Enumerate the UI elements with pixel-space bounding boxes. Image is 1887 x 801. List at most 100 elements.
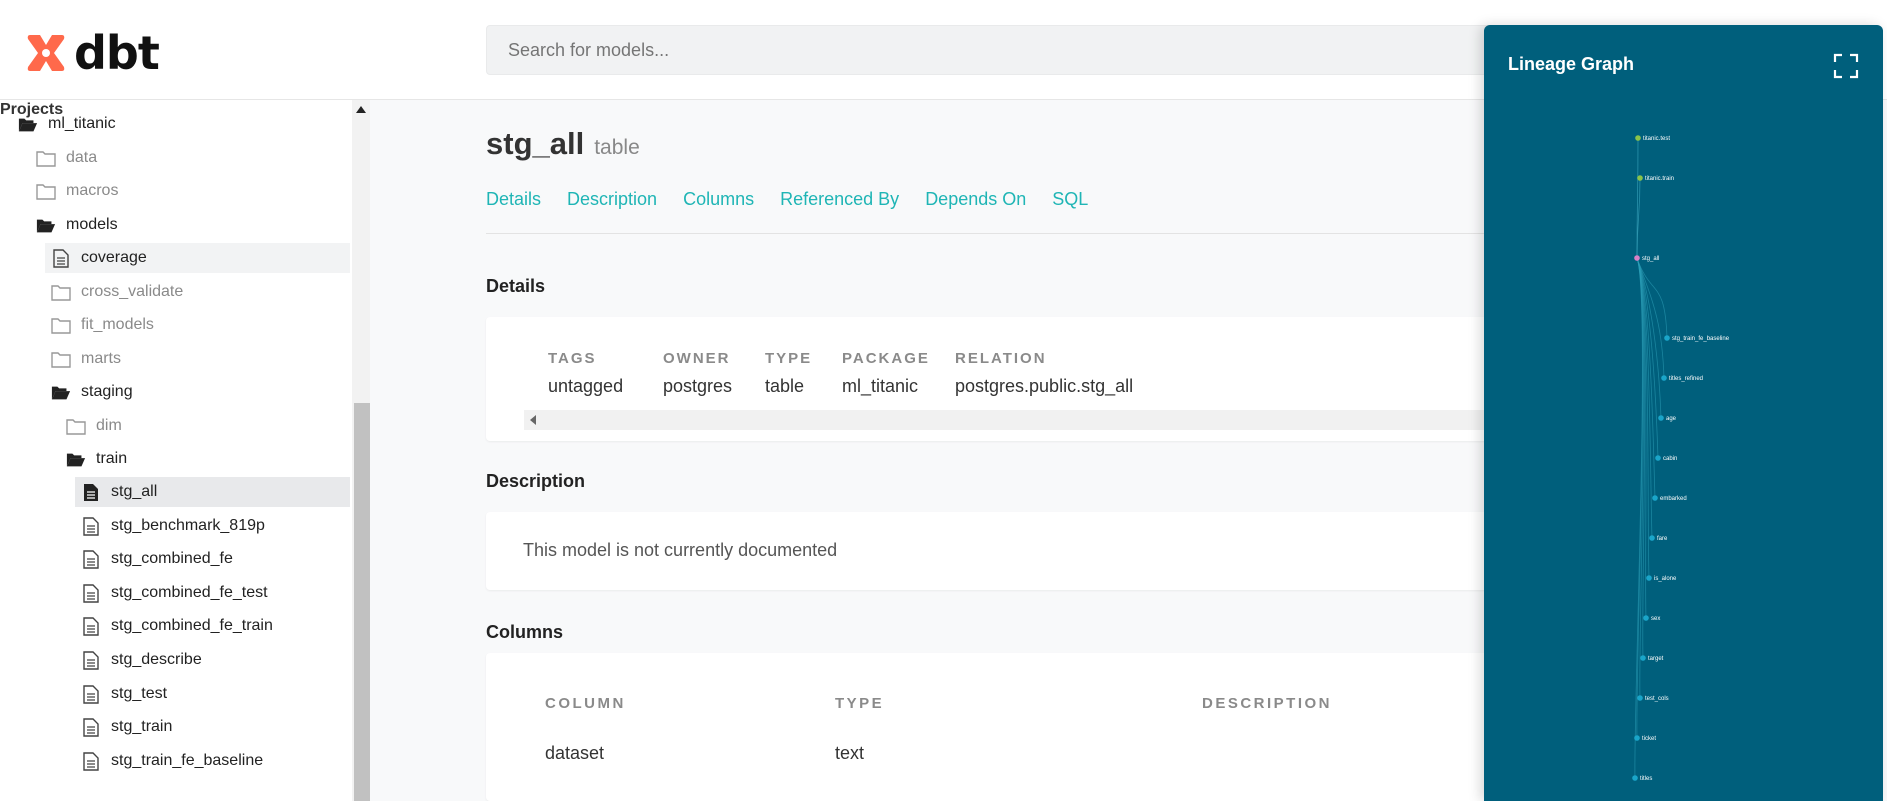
sidebar-item-label: staging: [81, 383, 133, 400]
folder-icon: [66, 417, 86, 435]
lineage-node-test-cols[interactable]: [1637, 695, 1643, 701]
sidebar-item-stg-train[interactable]: stg_train: [81, 712, 352, 742]
sidebar-item-label: train: [96, 450, 128, 467]
detail-label: PACKAGE: [842, 350, 930, 367]
lineage-node-label: age: [1666, 416, 1677, 422]
sidebar-item-label: stg_combined_fe_train: [111, 617, 273, 634]
sidebar-item-label: dim: [96, 417, 122, 434]
sidebar-item-label: stg_train_fe_baseline: [111, 752, 264, 769]
section-tabs: Details Description Columns Referenced B…: [486, 189, 1088, 210]
sidebar-item-stg-combined-fe[interactable]: stg_combined_fe: [81, 544, 352, 574]
sidebar-item-stg-benchmark-819p[interactable]: stg_benchmark_819p: [81, 511, 352, 541]
lineage-node-titanic-train[interactable]: [1637, 175, 1643, 181]
lineage-node-label: titanic.train: [1645, 176, 1674, 182]
sidebar-item-macros[interactable]: macros: [36, 176, 352, 206]
tabs-divider: [486, 233, 1496, 234]
model-title-row: stg_all table: [486, 126, 640, 162]
sidebar-item-label: stg_benchmark_819p: [111, 517, 265, 534]
lineage-node-ticket[interactable]: [1634, 735, 1640, 741]
scroll-left-arrow-icon[interactable]: [530, 415, 536, 425]
lineage-node-titles-refined[interactable]: [1661, 375, 1667, 381]
sidebar-item-fit-models[interactable]: fit_models: [51, 310, 352, 340]
detail-value: postgres.public.stg_all: [955, 376, 1134, 396]
folder-icon: [51, 283, 71, 301]
details-heading: Details: [486, 276, 546, 296]
details-horizontal-scrollbar[interactable]: [524, 410, 1496, 430]
sidebar-item-cross-validate[interactable]: cross_validate: [51, 277, 352, 307]
tab-sql[interactable]: SQL: [1052, 189, 1088, 210]
model-type: table: [594, 136, 640, 159]
sidebar-item-stg-all[interactable]: stg_all: [75, 477, 350, 507]
sidebar-item-stg-combined-fe-test[interactable]: stg_combined_fe_test: [81, 578, 352, 608]
scroll-up-arrow-icon[interactable]: [356, 106, 366, 113]
details-card: TAGS untagged OWNER postgres TYPE table …: [486, 317, 1496, 441]
description-text: This model is not currently documented: [523, 540, 838, 560]
folder-open-icon: [18, 115, 38, 133]
sidebar-item-stg-test[interactable]: stg_test: [81, 679, 352, 709]
model-name: stg_all: [486, 126, 585, 161]
folder-open-icon: [36, 216, 56, 234]
detail-label: RELATION: [955, 350, 1047, 367]
sidebar-item-stg-combined-fe-train[interactable]: stg_combined_fe_train: [81, 611, 352, 641]
dbt-logo-icon: [27, 35, 65, 71]
lineage-node-label: target: [1648, 656, 1664, 662]
sidebar-item-marts[interactable]: marts: [51, 344, 352, 374]
lineage-node-stg-train-fe-baseline[interactable]: [1664, 335, 1670, 341]
lineage-node-titanic-test[interactable]: [1635, 135, 1641, 141]
file-filled-icon: [81, 483, 101, 501]
lineage-graph-canvas[interactable]: titanic.test titanic.train stg_all stg_trai…: [1484, 25, 1883, 801]
dbt-logo[interactable]: dbt: [24, 26, 160, 80]
column-type-cell: text: [835, 743, 865, 763]
sidebar-item-label: stg_combined_fe_test: [111, 584, 268, 601]
file-icon: [51, 248, 71, 268]
lineage-node-sex[interactable]: [1643, 615, 1649, 621]
tab-referenced-by[interactable]: Referenced By: [780, 189, 899, 210]
detail-value: ml_titanic: [842, 376, 919, 396]
sidebar-item-coverage[interactable]: coverage: [45, 243, 350, 273]
lineage-node-label: cabin: [1663, 456, 1677, 462]
sidebar-item-stg-train-fe-baseline[interactable]: stg_train_fe_baseline: [81, 746, 352, 776]
columns-card: COLUMN TYPE DESCRIPTION dataset text: [486, 653, 1496, 801]
dbt-docs-app: dbt Projects ml_titanicdatamacrosmodelsc…: [0, 0, 1887, 801]
sidebar-item-dim[interactable]: dim: [66, 411, 352, 441]
lineage-node-age[interactable]: [1658, 415, 1664, 421]
sidebar-item-staging[interactable]: staging: [51, 377, 352, 407]
sidebar-scrollbar[interactable]: [352, 100, 370, 801]
sidebar-item-train[interactable]: train: [66, 444, 352, 474]
sidebar-item-ml-titanic[interactable]: ml_titanic: [18, 109, 352, 139]
lineage-node-target[interactable]: [1640, 655, 1646, 661]
sidebar-item-label: coverage: [81, 249, 147, 266]
detail-relation: RELATION postgres.public.stg_all: [955, 350, 1133, 397]
lineage-node-cabin[interactable]: [1655, 455, 1661, 461]
scrollbar-thumb[interactable]: [354, 403, 370, 801]
lineage-node-label: ticket: [1642, 736, 1656, 742]
lineage-node-embarked[interactable]: [1652, 495, 1658, 501]
lineage-node-label: sex: [1651, 616, 1660, 622]
lineage-node-label: titles_refined: [1669, 376, 1703, 382]
file-icon: [81, 516, 101, 536]
column-name-cell[interactable]: dataset: [545, 743, 604, 764]
lineage-node-stg-all[interactable]: [1634, 255, 1640, 261]
tab-depends-on[interactable]: Depends On: [925, 189, 1026, 210]
file-icon: [81, 583, 101, 603]
tab-description[interactable]: Description: [567, 189, 657, 210]
search-input[interactable]: [486, 25, 1506, 75]
sidebar-item-stg-describe[interactable]: stg_describe: [81, 645, 352, 675]
sidebar-item-data[interactable]: data: [36, 143, 352, 173]
sidebar-item-label: macros: [66, 182, 119, 199]
column-header-name: COLUMN: [545, 695, 626, 712]
file-icon: [81, 751, 101, 771]
tab-details[interactable]: Details: [486, 189, 541, 210]
lineage-node-fare[interactable]: [1649, 535, 1655, 541]
lineage-node-is-alone[interactable]: [1646, 575, 1652, 581]
detail-tags: TAGS untagged: [548, 350, 623, 397]
detail-value: postgres: [663, 376, 733, 396]
tab-columns[interactable]: Columns: [683, 189, 754, 210]
description-card: This model is not currently documented: [486, 512, 1496, 590]
sidebar-item-models[interactable]: models: [36, 210, 352, 240]
detail-label: TYPE: [765, 350, 813, 367]
lineage-node-titles[interactable]: [1632, 775, 1638, 781]
sidebar-item-label: fit_models: [81, 316, 154, 333]
lineage-node-label: stg_all: [1642, 256, 1659, 262]
description-heading: Description: [486, 471, 586, 491]
